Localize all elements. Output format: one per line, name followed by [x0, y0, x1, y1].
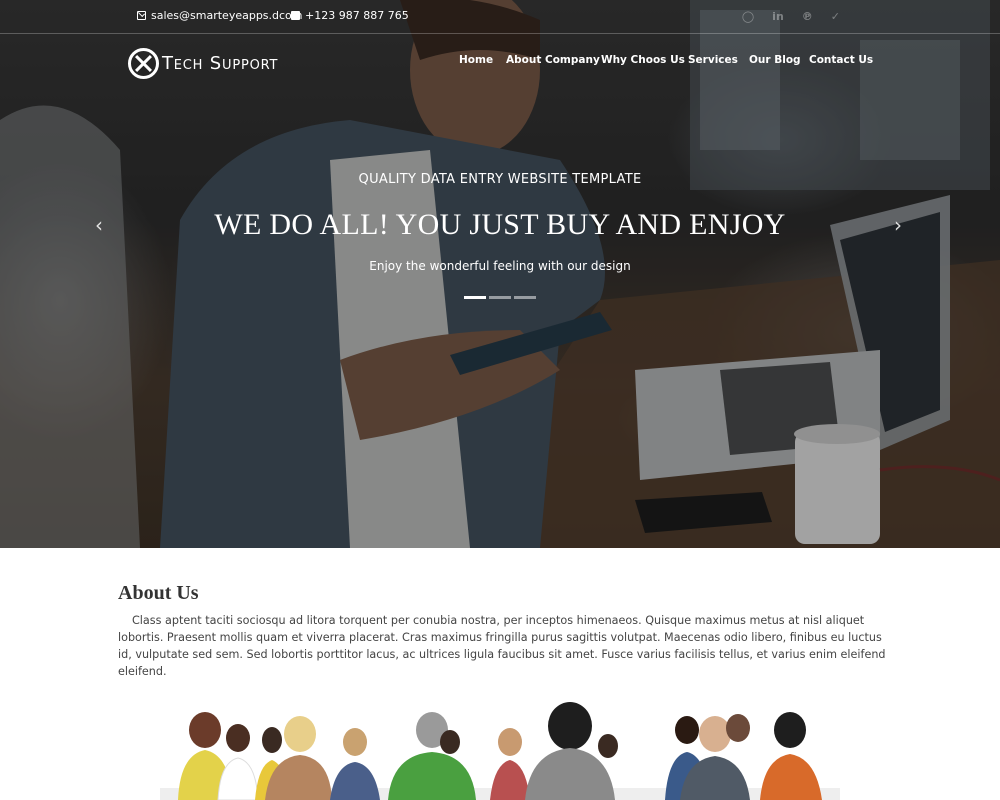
nav-contact-us[interactable]: Contact Us: [809, 54, 873, 66]
phone-text: +123 987 887 765: [305, 9, 409, 22]
contact-phone[interactable]: +123 987 887 765: [291, 9, 409, 22]
nav-services[interactable]: Services: [688, 54, 738, 66]
slide-headline: WE DO ALL! YOU JUST BUY AND ENJOY: [214, 208, 786, 241]
pinterest-icon[interactable]: ℗: [802, 10, 813, 23]
hero-dark-overlay: [0, 0, 1000, 548]
email-text: sales@smarteyeapps.dcom: [151, 9, 303, 22]
linkedin-icon[interactable]: in: [772, 10, 784, 23]
contact-email[interactable]: sales@smarteyeapps.dcom: [137, 9, 303, 22]
topbar: sales@smarteyeapps.dcom +123 987 887 765…: [0, 0, 1000, 34]
nav-why-choose-us[interactable]: Why Choos Us: [601, 54, 685, 66]
about-title: About Us: [118, 582, 199, 604]
logo-gear-icon: [128, 48, 159, 79]
github-icon[interactable]: ◯: [742, 10, 754, 23]
slider-indicators: [464, 296, 536, 299]
phone-icon: [291, 11, 300, 20]
about-text: Class aptent taciti sociosqu ad litora t…: [118, 614, 886, 678]
nav-about-company[interactable]: About Company: [506, 54, 600, 66]
envelope-icon: [137, 11, 146, 20]
team-meeting-image: [160, 702, 840, 800]
logo-text: Tech Support: [162, 53, 279, 74]
slide-indicator-2[interactable]: [489, 296, 511, 299]
site-logo[interactable]: Tech Support: [128, 48, 278, 79]
nav-our-blog[interactable]: Our Blog: [749, 54, 801, 66]
hero-slider: sales@smarteyeapps.dcom +123 987 887 765…: [0, 0, 1000, 548]
social-links: ◯ in ℗ ✓: [742, 10, 840, 23]
slide-indicator-1[interactable]: [464, 296, 486, 299]
slide-indicator-3[interactable]: [514, 296, 536, 299]
slide-subline: Enjoy the wonderful feeling with our des…: [369, 259, 631, 273]
twitter-icon[interactable]: ✓: [831, 10, 840, 23]
nav-home[interactable]: Home: [459, 54, 493, 66]
slide-kicker: QUALITY DATA ENTRY WEBSITE TEMPLATE: [358, 172, 642, 187]
